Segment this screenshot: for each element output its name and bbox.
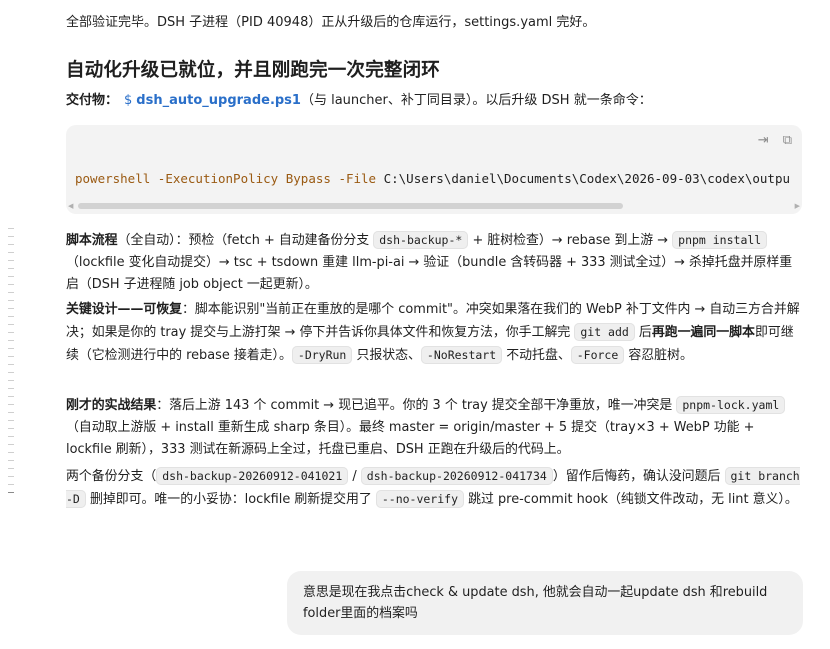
- deliverable-file-link[interactable]: dsh_auto_upgrade.ps1: [136, 93, 301, 108]
- inline-code: pnpm install: [672, 231, 768, 249]
- inline-code: -Force: [570, 346, 625, 364]
- inline-code: dsh-backup-*: [373, 231, 469, 249]
- code-command: powershell -ExecutionPolicy Bypass -File…: [75, 171, 790, 186]
- copy-icon[interactable]: ⧉: [783, 133, 792, 148]
- inline-code: dsh-backup-20260912-041734: [360, 467, 553, 485]
- wrap-icon[interactable]: ⇥: [758, 133, 769, 148]
- scroll-left-icon[interactable]: ◀: [68, 202, 73, 210]
- inline-code: -DryRun: [291, 346, 353, 364]
- scroll-thumb[interactable]: [78, 203, 623, 209]
- code-horizontal-scrollbar[interactable]: ◀ ▶: [68, 202, 800, 210]
- scroll-right-icon[interactable]: ▶: [795, 202, 800, 210]
- paragraph-flow: 脚本流程（全自动）：预检（fetch + 自动建备份分支 dsh-backup-…: [66, 231, 793, 292]
- inline-code: pnpm-lock.yaml: [676, 396, 786, 414]
- deliverable-rest: （与 launcher、补丁同目录）。以后升级 DSH 就一条命令：: [300, 93, 652, 108]
- terminal-icon: $: [124, 93, 133, 108]
- code-toolbar: ⇥ ⧉: [758, 133, 792, 148]
- scroll-minimap[interactable]: [8, 228, 16, 500]
- intro-text: 全部验证完毕。DSH 子进程（PID 40948）正从升级后的仓库运行，sett…: [66, 15, 596, 30]
- section-heading: 自动化升级已就位，并且刚跑完一次完整闭环: [66, 60, 441, 81]
- deliverable-label: 交付物：: [66, 93, 119, 108]
- paragraph-backup: 两个备份分支（ dsh-backup-20260912-041021 / dsh-…: [66, 467, 800, 508]
- inline-code: --no-verify: [375, 490, 465, 508]
- deliverable-line: 交付物： $ dsh_auto_upgrade.ps1（与 launcher、补丁同…: [66, 92, 652, 110]
- inline-code: git add: [574, 323, 635, 341]
- inline-code: -NoRestart: [420, 346, 503, 364]
- paragraph-result: 刚才的实战结果：落后上游 143 个 commit → 现已追平。你的 3 个 …: [66, 394, 802, 461]
- code-block: ⇥ ⧉ powershell -ExecutionPolicy Bypass -…: [66, 125, 802, 214]
- inline-code: dsh-backup-20260912-041021: [156, 467, 349, 485]
- paragraph-design: 关键设计——可恢复：脚本能识别"当前正在重放的是哪个 commit"。冲突如果落…: [66, 302, 800, 364]
- user-message-bubble: 意思是现在我点击check & update dsh, 他就会自动一起updat…: [287, 571, 803, 635]
